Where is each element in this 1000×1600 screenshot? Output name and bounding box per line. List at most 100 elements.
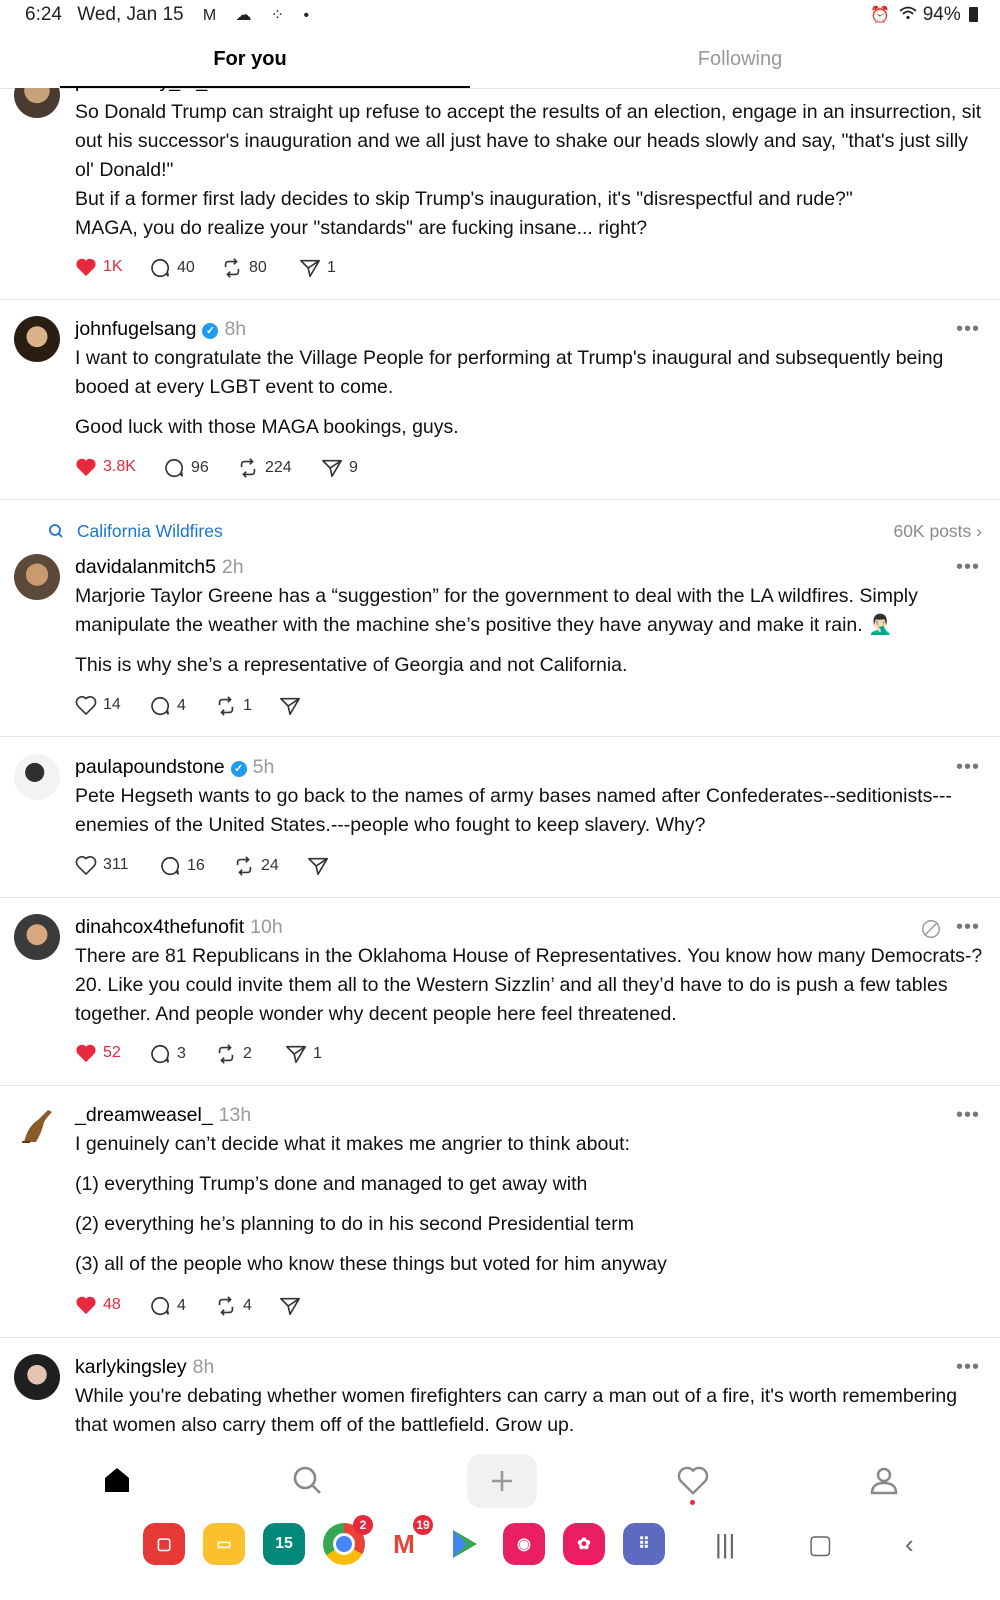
username[interactable]: _dreamweasel_	[75, 1104, 213, 1126]
notification-badge: 2	[353, 1515, 373, 1535]
reply-button[interactable]: 40	[149, 257, 195, 279]
repost-button[interactable]: 80	[221, 257, 267, 279]
send-icon	[286, 1045, 306, 1064]
post-paragraph: This is why she’s a representative of Ge…	[75, 654, 628, 676]
avatar[interactable]	[14, 1354, 60, 1400]
like-count: 311	[103, 856, 129, 873]
like-button[interactable]: 48	[75, 1295, 121, 1315]
post-paragraph: (2) everything he’s planning to do in hi…	[75, 1213, 634, 1235]
plus-icon	[492, 1471, 512, 1491]
repost-icon	[224, 258, 240, 278]
more-options-icon[interactable]: •••	[956, 916, 980, 939]
post-time: 10h	[250, 916, 283, 938]
avatar[interactable]	[14, 1102, 60, 1148]
share-button[interactable]: 9	[321, 457, 358, 479]
files-app-icon[interactable]: ▭	[203, 1523, 245, 1565]
avatar[interactable]	[14, 316, 60, 362]
battery-percent: 94%	[922, 4, 961, 25]
chrome-app-icon[interactable]: 2	[323, 1515, 373, 1565]
notification-dot	[690, 1500, 695, 1505]
repost-button[interactable]: 4	[215, 1295, 252, 1317]
repost-count: 80	[249, 259, 267, 276]
reply-button[interactable]: 3	[149, 1043, 186, 1065]
feed-tabs-overlay: For you Following	[0, 40, 1000, 88]
repost-button[interactable]: 24	[233, 855, 279, 877]
repost-button[interactable]: 1	[215, 695, 252, 717]
topic-post-count[interactable]: 60K posts ›	[893, 521, 982, 542]
post-header: _dreamweasel_ 13h	[75, 1104, 251, 1127]
like-button[interactable]: 1K	[75, 257, 123, 277]
mute-icon[interactable]	[920, 918, 942, 945]
post-paragraph: There are 81 Republicans in the Oklahoma…	[75, 945, 983, 1025]
share-button[interactable]: 1	[299, 257, 336, 279]
gmail-app-icon[interactable]: M 19	[383, 1515, 433, 1565]
more-options-icon[interactable]: •••	[956, 556, 980, 579]
post-header: karlykingsley 8h	[75, 1356, 214, 1379]
active-tab-underline	[60, 86, 470, 88]
alarm-icon: ⏰	[870, 7, 891, 24]
post-paragraph: I genuinely can’t decide what it makes m…	[75, 1133, 630, 1155]
reply-button[interactable]: 4	[149, 695, 186, 717]
more-options-icon[interactable]: •••	[956, 756, 980, 779]
post-text: I genuinely can’t decide what it makes m…	[75, 1130, 985, 1279]
share-button[interactable]	[279, 1295, 307, 1317]
username[interactable]: paulapoundstone	[75, 756, 225, 778]
clock: 6:24	[25, 4, 62, 25]
reply-count: 40	[177, 259, 195, 276]
like-button[interactable]: 311	[75, 855, 129, 875]
more-options-icon[interactable]: •••	[956, 1356, 980, 1379]
more-options-icon[interactable]: •••	[956, 318, 980, 341]
reply-count: 96	[191, 459, 209, 476]
search-icon[interactable]	[285, 1458, 329, 1502]
like-button[interactable]: 52	[75, 1043, 121, 1063]
verified-badge-icon: ✓	[230, 761, 247, 777]
play-store-icon[interactable]	[443, 1523, 485, 1565]
app-drawer-icon[interactable]: ⠿	[623, 1523, 665, 1565]
share-button[interactable]	[307, 855, 335, 877]
avatar[interactable]	[14, 554, 60, 600]
notification-badge: 19	[413, 1515, 433, 1535]
username[interactable]: dinahcox4thefunofit	[75, 916, 244, 938]
reply-button[interactable]: 4	[149, 1295, 186, 1317]
tab-following-label[interactable]: Following	[490, 48, 990, 71]
post-text: There are 81 Republicans in the Oklahoma…	[75, 942, 985, 1029]
comment-icon	[151, 1044, 170, 1064]
share-button[interactable]	[279, 695, 307, 717]
repost-button[interactable]: 2	[215, 1043, 252, 1065]
notes-app-icon[interactable]: ▢	[143, 1523, 185, 1565]
calendar-app-icon[interactable]: 15	[263, 1523, 305, 1565]
heart-filled-icon	[76, 1044, 96, 1063]
profile-icon[interactable]	[862, 1458, 906, 1502]
post-divider	[0, 499, 1000, 500]
username[interactable]: karlykingsley	[75, 1356, 187, 1378]
wifi-icon	[899, 6, 917, 25]
avatar[interactable]	[14, 914, 60, 960]
more-notifications-icon: •	[303, 7, 310, 24]
topic-link[interactable]: California Wildfires	[48, 521, 223, 542]
repost-button[interactable]: 224	[237, 457, 292, 479]
reply-button[interactable]: 96	[163, 457, 209, 479]
reply-button[interactable]: 16	[159, 855, 205, 877]
system-dock: ▢ ▭ 15 2 M 19 ◉ ✿ ⠿ ||| ▢ ‹	[0, 1515, 1000, 1600]
post-time: 2h	[221, 556, 244, 578]
camera-app-icon[interactable]: ◉	[503, 1523, 545, 1565]
gallery-app-icon[interactable]: ✿	[563, 1523, 605, 1565]
like-button[interactable]: 14	[75, 695, 121, 715]
back-icon[interactable]: ‹	[905, 1529, 914, 1560]
activity-heart-icon[interactable]	[671, 1458, 715, 1502]
compose-button[interactable]	[467, 1454, 537, 1508]
home-icon[interactable]	[95, 1458, 139, 1502]
share-button[interactable]: 1	[285, 1043, 322, 1065]
more-options-icon[interactable]: •••	[956, 1104, 980, 1127]
tab-for-you-label[interactable]: For you	[0, 48, 500, 71]
like-button[interactable]: 3.8K	[75, 457, 136, 477]
avatar[interactable]	[14, 754, 60, 800]
username[interactable]: davidalanmitch5	[75, 556, 216, 578]
status-bar: 6:24 Wed, Jan 15 M ☁ ⁘ • ⏰ 94%	[0, 0, 1000, 30]
bottom-navigation	[0, 1450, 1000, 1510]
home-button-icon[interactable]: ▢	[808, 1529, 833, 1560]
post-time: 8h	[192, 1356, 215, 1378]
recent-apps-icon[interactable]: |||	[715, 1529, 735, 1560]
username[interactable]: johnfugelsang	[75, 318, 196, 340]
comment-icon	[151, 696, 170, 716]
